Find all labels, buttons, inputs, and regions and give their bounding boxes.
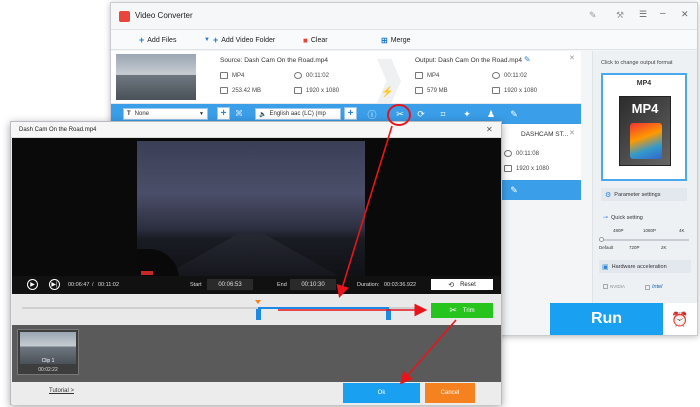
annotation-overlay (278, 104, 457, 385)
arrow-to-ok (399, 319, 457, 385)
arrow-to-timeline (336, 125, 393, 299)
highlight-circle (387, 104, 411, 126)
